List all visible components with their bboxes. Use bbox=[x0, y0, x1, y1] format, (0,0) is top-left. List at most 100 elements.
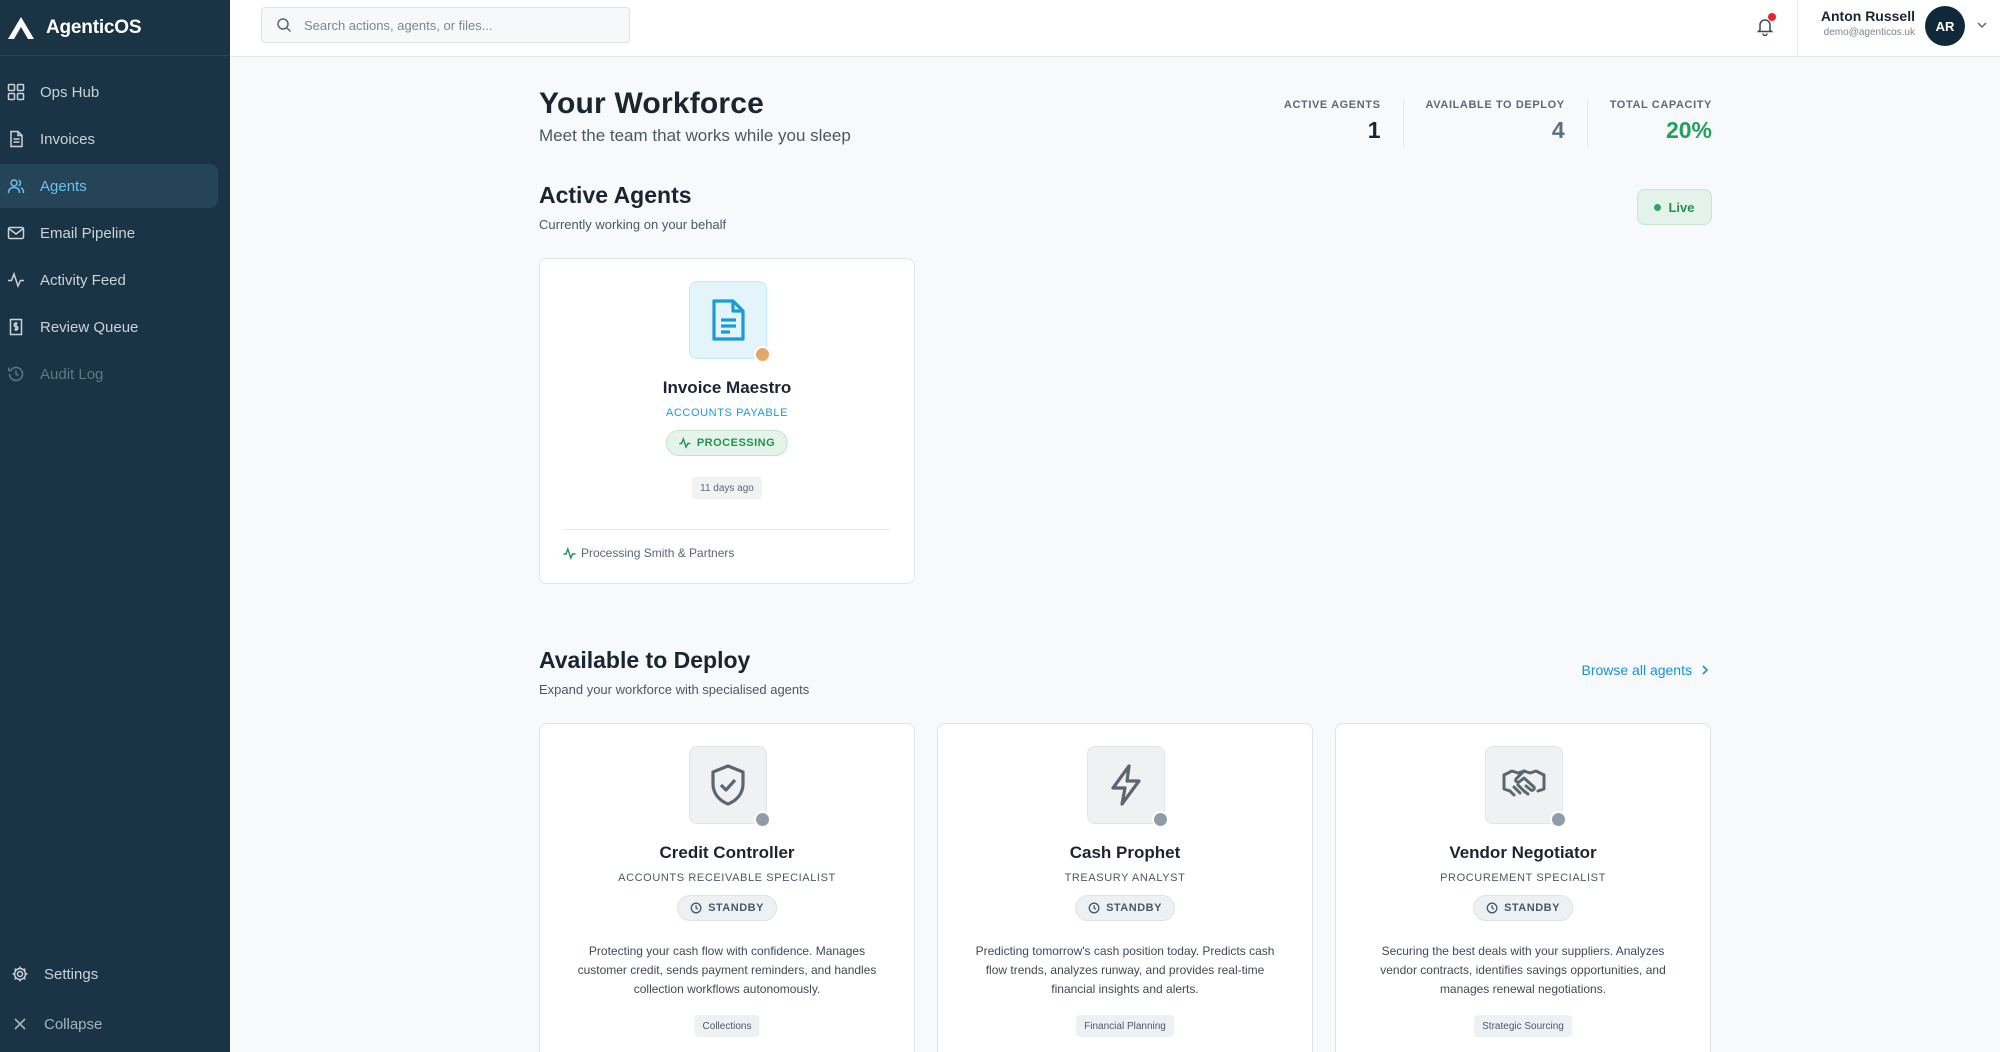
user-info[interactable]: Anton Russell demo@agenticos.uk bbox=[1815, 8, 1915, 38]
close-icon bbox=[10, 1014, 30, 1034]
chevron-right-icon bbox=[1702, 665, 1709, 675]
sidebar-item-label: Audit Log bbox=[40, 365, 104, 383]
clock-icon bbox=[690, 902, 702, 914]
agent-name: Invoice Maestro bbox=[662, 378, 792, 397]
status-dot bbox=[754, 346, 771, 363]
app-name: AgenticOS bbox=[46, 16, 142, 38]
stat-available-to-deploy: AVAILABLE TO DEPLOY 4 bbox=[1402, 99, 1587, 147]
status-dot bbox=[1152, 811, 1169, 828]
sidebar: AgenticOS Ops Hub Invoices Agents Email … bbox=[0, 0, 230, 1052]
deploy-title: Available to Deploy bbox=[539, 647, 751, 673]
agent-card-credit-controller[interactable]: Credit Controller ACCOUNTS RECEIVABLE SP… bbox=[539, 723, 915, 1052]
shield-check-icon bbox=[711, 764, 745, 806]
browse-all-agents-link[interactable]: Browse all agents bbox=[1581, 662, 1712, 678]
stat-label: AVAILABLE TO DEPLOY bbox=[1425, 99, 1565, 111]
status-badge: STANDBY bbox=[1075, 895, 1175, 921]
agent-role: TREASURY ANALYST bbox=[1064, 872, 1186, 884]
clock-icon bbox=[1486, 902, 1498, 914]
card-divider bbox=[563, 529, 891, 530]
sidebar-item-label: Invoices bbox=[40, 130, 96, 148]
handshake-icon bbox=[1502, 769, 1546, 797]
stat-value: 4 bbox=[1551, 117, 1565, 143]
sidebar-item-ops-hub[interactable]: Ops Hub bbox=[0, 70, 218, 114]
sidebar-item-label: Ops Hub bbox=[40, 83, 100, 101]
lightning-icon bbox=[1111, 764, 1141, 806]
sidebar-item-label: Activity Feed bbox=[40, 271, 126, 289]
live-badge: Live bbox=[1637, 189, 1712, 225]
brand[interactable]: AgenticOS bbox=[0, 0, 230, 56]
agenticos-logo-icon bbox=[8, 16, 34, 39]
status-dot bbox=[1550, 811, 1567, 828]
agent-name: Cash Prophet bbox=[1069, 843, 1181, 862]
search-icon bbox=[276, 17, 292, 33]
stat-value: 1 bbox=[1367, 117, 1381, 143]
status-dot bbox=[754, 811, 771, 828]
agent-card-cash-prophet[interactable]: Cash Prophet TREASURY ANALYST STANDBY Pr… bbox=[937, 723, 1313, 1052]
chevron-down-icon[interactable] bbox=[1975, 18, 1989, 32]
workforce-stats: ACTIVE AGENTS 1 AVAILABLE TO DEPLOY 4 TO… bbox=[1262, 99, 1712, 147]
agent-avatar bbox=[689, 746, 771, 828]
status-label: STANDBY bbox=[1106, 902, 1162, 914]
users-icon bbox=[6, 176, 26, 196]
sidebar-item-agents[interactable]: Agents bbox=[0, 164, 218, 208]
notifications-button[interactable] bbox=[1752, 13, 1778, 39]
page-subtitle: Meet the team that works while you sleep bbox=[539, 126, 851, 145]
activity-text: Processing Smith & Partners bbox=[581, 546, 735, 560]
agent-role: ACCOUNTS RECEIVABLE SPECIALIST bbox=[618, 872, 836, 884]
sidebar-item-label: Email Pipeline bbox=[40, 224, 136, 242]
stat-value: 20% bbox=[1665, 117, 1712, 143]
activity-icon bbox=[6, 270, 26, 290]
agent-avatar bbox=[1087, 746, 1169, 828]
status-label: STANDBY bbox=[1504, 902, 1560, 914]
browse-label: Browse all agents bbox=[1581, 662, 1692, 678]
sidebar-nav: Ops Hub Invoices Agents Email Pipeline A… bbox=[0, 56, 230, 396]
activity-icon bbox=[563, 546, 576, 560]
deploy-subtitle: Expand your workforce with specialised a… bbox=[539, 682, 810, 697]
agent-description: Predicting tomorrow's cash position toda… bbox=[975, 944, 1275, 996]
sidebar-item-activity-feed[interactable]: Activity Feed bbox=[0, 258, 218, 302]
sidebar-item-label: Agents bbox=[40, 177, 87, 195]
live-dot bbox=[1654, 203, 1662, 211]
search-box[interactable] bbox=[261, 7, 630, 43]
agent-tag: Strategic Sourcing bbox=[1474, 1015, 1572, 1037]
sidebar-item-label: Review Queue bbox=[40, 318, 139, 336]
collapse-button[interactable]: Collapse bbox=[0, 1002, 218, 1046]
agent-tag: Collections bbox=[694, 1015, 760, 1037]
stat-label: ACTIVE AGENTS bbox=[1283, 99, 1381, 111]
active-agents-title: Active Agents bbox=[539, 182, 692, 208]
sidebar-item-email-pipeline[interactable]: Email Pipeline bbox=[0, 211, 218, 255]
agent-name: Credit Controller bbox=[659, 843, 795, 862]
sidebar-item-audit-log[interactable]: Audit Log bbox=[0, 352, 218, 396]
agent-description: Securing the best deals with your suppli… bbox=[1380, 944, 1666, 996]
clock-icon bbox=[1088, 902, 1100, 914]
stat-active-agents: ACTIVE AGENTS 1 bbox=[1262, 99, 1403, 147]
agent-card-invoice-maestro[interactable]: Invoice Maestro ACCOUNTS PAYABLE PROCESS… bbox=[539, 258, 915, 584]
settings-button[interactable]: Settings bbox=[0, 952, 218, 996]
stat-label: TOTAL CAPACITY bbox=[1609, 99, 1712, 111]
status-label: PROCESSING bbox=[696, 437, 776, 449]
sidebar-item-review-queue[interactable]: Review Queue bbox=[0, 305, 218, 349]
activity-icon bbox=[679, 437, 691, 449]
gear-icon bbox=[10, 964, 30, 984]
agent-avatar bbox=[1485, 746, 1567, 828]
document-icon bbox=[712, 299, 745, 341]
active-agents-subtitle: Currently working on your behalf bbox=[539, 217, 727, 232]
agent-role: ACCOUNTS PAYABLE bbox=[665, 407, 789, 419]
status-badge: STANDBY bbox=[677, 895, 777, 921]
topbar-divider bbox=[1797, 0, 1798, 56]
agent-card-vendor-negotiator[interactable]: Vendor Negotiator PROCUREMENT SPECIALIST… bbox=[1335, 723, 1711, 1052]
search-input[interactable] bbox=[304, 17, 624, 33]
agent-avatar bbox=[689, 281, 771, 363]
grid-icon bbox=[6, 82, 26, 102]
agent-description: Protecting your cash flow with confidenc… bbox=[577, 944, 877, 996]
stat-total-capacity: TOTAL CAPACITY 20% bbox=[1586, 99, 1712, 147]
top-bar: Anton Russell demo@agenticos.uk AR bbox=[230, 0, 2000, 57]
status-badge: PROCESSING bbox=[665, 430, 789, 456]
sidebar-item-invoices[interactable]: Invoices bbox=[0, 117, 218, 161]
avatar[interactable]: AR bbox=[1925, 6, 1965, 46]
agent-name: Vendor Negotiator bbox=[1449, 843, 1597, 862]
last-active-chip: 11 days ago bbox=[692, 477, 762, 499]
agent-tag: Financial Planning bbox=[1076, 1015, 1174, 1037]
mail-icon bbox=[6, 223, 26, 243]
agent-role: PROCUREMENT SPECIALIST bbox=[1440, 872, 1606, 884]
